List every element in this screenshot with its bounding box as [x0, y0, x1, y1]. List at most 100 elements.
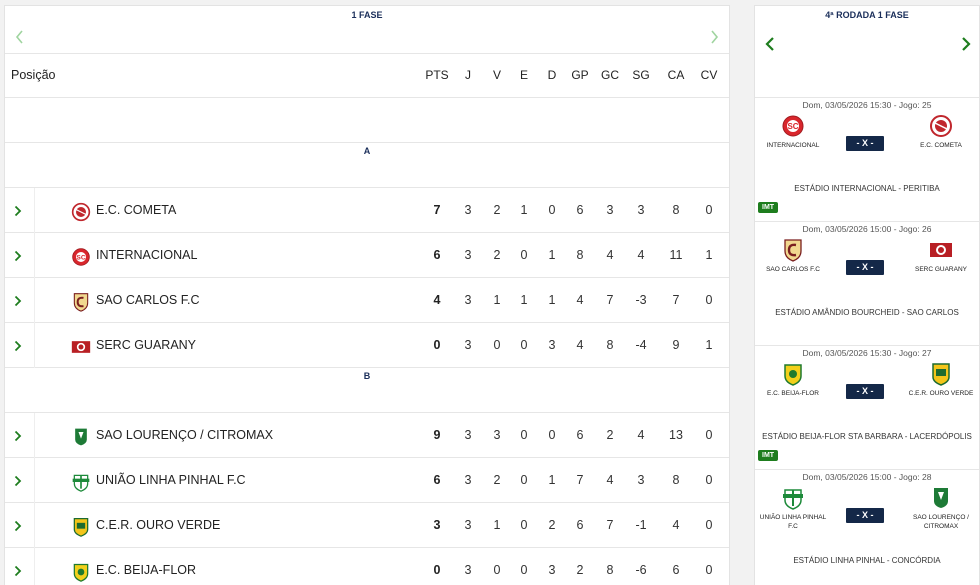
match-list: Dom, 03/05/2026 15:30 - Jogo: 25 SC INTERN… — [755, 98, 979, 585]
table-row[interactable]: UNIÃO LINHA PINHAL F.C 6 3 2 0 1 7 4 3 8 0 — [5, 458, 729, 503]
stat-sg: -6 — [635, 563, 647, 577]
away-team: SAO LOURENÇO / CITROMAX — [903, 486, 979, 531]
team-crest-icon — [929, 362, 953, 386]
chevron-right-icon — [14, 520, 22, 532]
stat-ca: 11 — [669, 248, 683, 262]
stat-gp: 7 — [576, 473, 584, 487]
chevron-right-icon[interactable] — [710, 30, 719, 44]
expand-row-button[interactable] — [5, 233, 35, 278]
team-crest-icon — [929, 114, 953, 138]
match-datetime: Dom, 03/05/2026 15:30 - Jogo: 27 — [802, 348, 932, 358]
stat-sg: 3 — [637, 473, 645, 487]
match-card[interactable]: Dom, 03/05/2026 15:30 - Jogo: 27 E.C. BEI… — [755, 346, 979, 470]
chevron-left-icon[interactable] — [15, 30, 24, 44]
home-team: SAO CARLOS F.C — [755, 238, 831, 274]
stat-sg: 4 — [637, 248, 645, 262]
position-header: Posição — [11, 68, 56, 82]
team-name[interactable]: SAO LOURENÇO / CITROMAX — [96, 428, 273, 442]
stat-gc: 4 — [606, 248, 614, 262]
expand-row-button[interactable] — [5, 503, 35, 548]
stat-j: 3 — [464, 203, 472, 217]
expand-row-button[interactable] — [5, 413, 35, 458]
chevron-right-icon — [14, 205, 22, 217]
stat-gp: 4 — [576, 338, 584, 352]
team-name[interactable]: C.E.R. OURO VERDE — [96, 518, 220, 532]
stat-v: 3 — [493, 428, 501, 442]
expand-row-button[interactable] — [5, 323, 35, 368]
expand-row-button[interactable] — [5, 278, 35, 323]
stat-pts: 4 — [433, 293, 441, 307]
stat-d: 3 — [548, 563, 556, 577]
match-datetime: Dom, 03/05/2026 15:00 - Jogo: 28 — [802, 472, 932, 482]
table-row[interactable]: SC INTERNACIONAL 6 3 2 0 1 8 4 4 11 1 — [5, 233, 729, 278]
expand-row-button[interactable] — [5, 458, 35, 503]
svg-text:SC: SC — [787, 122, 798, 131]
chevron-right-icon — [14, 250, 22, 262]
chevron-right-icon — [14, 340, 22, 352]
phase-title: 1 FASE — [351, 10, 383, 20]
stat-gp: 2 — [576, 563, 584, 577]
group-header: A — [5, 143, 729, 188]
round-nav — [755, 24, 979, 98]
stat-gc: 8 — [606, 338, 614, 352]
team-name[interactable]: SAO CARLOS F.C — [96, 293, 200, 307]
stat-ca: 8 — [672, 473, 680, 487]
home-team-name: SAO CARLOS F.C — [766, 266, 820, 273]
match-card[interactable]: Dom, 03/05/2026 15:30 - Jogo: 25 SC INTERN… — [755, 98, 979, 222]
team-name[interactable]: SERC GUARANY — [96, 338, 196, 352]
stat-pts: 7 — [433, 203, 441, 217]
stat-d: 2 — [548, 518, 556, 532]
team-crest-icon — [781, 362, 805, 386]
match-score: - X - — [846, 136, 884, 151]
away-team-name: E.C. COMETA — [920, 142, 962, 149]
col-v-header: V — [492, 68, 501, 82]
team-crest-icon — [71, 472, 91, 492]
team-name[interactable]: E.C. COMETA — [96, 203, 176, 217]
table-row[interactable]: SAO LOURENÇO / CITROMAX 9 3 3 0 0 6 2 4 13 0 — [5, 413, 729, 458]
team-name[interactable]: UNIÃO LINHA PINHAL F.C — [96, 473, 246, 487]
stat-v: 0 — [493, 563, 501, 577]
expand-row-button[interactable] — [5, 188, 35, 233]
table-row[interactable]: E.C. BEIJA-FLOR 0 3 0 0 3 2 8 -6 6 0 — [5, 548, 729, 585]
match-card[interactable]: Dom, 03/05/2026 15:00 - Jogo: 28 UNIÃO LI… — [755, 470, 979, 585]
home-team-name: UNIÃO LINHA PINHAL F.C — [759, 514, 827, 530]
stat-e: 0 — [520, 428, 528, 442]
stat-j: 3 — [464, 338, 472, 352]
team-name[interactable]: E.C. BEIJA-FLOR — [96, 563, 196, 577]
team-crest-icon: SC — [781, 114, 805, 138]
stat-e: 0 — [520, 248, 528, 262]
stat-cv: 0 — [705, 203, 713, 217]
team-crest-icon — [781, 486, 805, 510]
match-venue: ESTÁDIO AMÂNDIO BOURCHEID - SAO CARLOS — [775, 308, 959, 317]
team-crest-icon — [71, 427, 91, 447]
chevron-left-icon[interactable] — [765, 36, 775, 57]
stat-cv: 1 — [705, 338, 713, 352]
match-score: - X - — [846, 384, 884, 399]
match-venue: ESTÁDIO INTERNACIONAL - PERITIBA — [794, 184, 940, 193]
match-card[interactable]: Dom, 03/05/2026 15:00 - Jogo: 26 SAO CARL… — [755, 222, 979, 346]
stat-v: 2 — [493, 473, 501, 487]
svg-text:SC: SC — [76, 255, 85, 262]
table-row[interactable]: E.C. COMETA 7 3 2 1 0 6 3 3 8 0 — [5, 188, 729, 233]
stat-gp: 8 — [576, 248, 584, 262]
team-crest-icon — [929, 486, 953, 510]
chevron-right-icon[interactable] — [961, 36, 971, 57]
stat-e: 0 — [520, 338, 528, 352]
stat-cv: 0 — [705, 293, 713, 307]
team-crest-icon — [929, 238, 953, 262]
col-d-header: D — [547, 68, 557, 82]
col-pts-header: PTS — [425, 68, 449, 82]
chevron-right-icon — [14, 475, 22, 487]
table-row[interactable]: SAO CARLOS F.C 4 3 1 1 1 4 7 -3 7 0 — [5, 278, 729, 323]
table-spacer — [5, 98, 729, 143]
expand-row-button[interactable] — [5, 548, 35, 585]
table-row[interactable]: SERC GUARANY 0 3 0 0 3 4 8 -4 9 1 — [5, 323, 729, 368]
col-j-header: J — [465, 68, 471, 82]
stat-gp: 6 — [576, 428, 584, 442]
stat-gc: 7 — [606, 293, 614, 307]
stat-pts: 6 — [433, 248, 441, 262]
table-row[interactable]: C.E.R. OURO VERDE 3 3 1 0 2 6 7 -1 4 0 — [5, 503, 729, 548]
team-name[interactable]: INTERNACIONAL — [96, 248, 197, 262]
stat-ca: 8 — [672, 203, 680, 217]
stat-d: 0 — [548, 428, 556, 442]
